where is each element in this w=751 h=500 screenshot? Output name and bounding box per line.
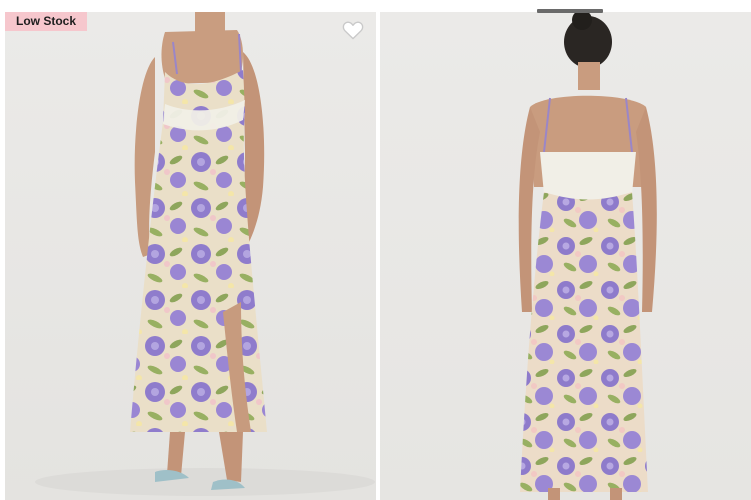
heart-outline-icon: [342, 21, 364, 40]
low-stock-badge: Low Stock: [5, 12, 87, 31]
product-image-gallery: Low Stock: [0, 0, 751, 500]
wishlist-button[interactable]: [342, 20, 364, 40]
product-image-back[interactable]: [380, 12, 751, 500]
carousel-indicator: [537, 9, 603, 13]
front-view-illustration: [5, 12, 376, 500]
back-view-illustration: [380, 12, 751, 500]
product-image-front[interactable]: [5, 12, 376, 500]
